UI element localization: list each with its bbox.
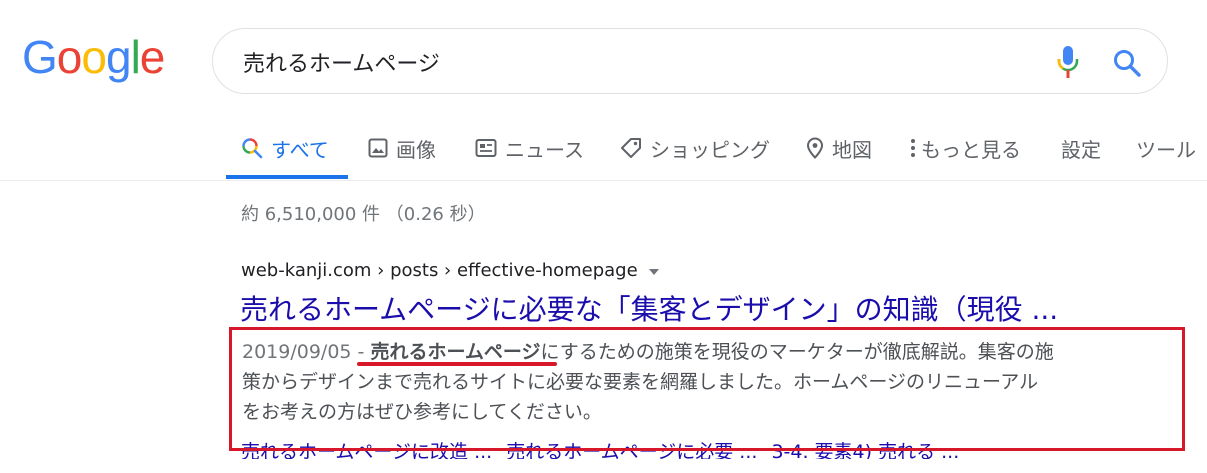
google-logo[interactable]: Google [22,31,166,83]
tab-label: もっと見る [921,137,1021,162]
search-tabs: すべて 画像 ニュース ショッピング 地図 もっと見る 設定 ツール [0,120,1207,180]
caret-down-icon[interactable] [648,260,660,281]
result-snippet: 2019/09/05 - 売れるホームページにするための施策を現役のマーケターが… [242,337,1142,427]
map-pin-icon [806,137,824,159]
snippet-line: 策からデザインまで売れるサイトに必要な要素を網羅しました。ホームページのリニュー… [242,371,1039,393]
mic-icon[interactable] [1056,45,1080,79]
image-icon [368,138,388,158]
tab-label: 画像 [396,137,436,162]
tab-label: 地図 [832,137,872,162]
sitelinks: 売れるホームページに改造 ... 売れるホームページに必要 ... 3-4. 要素4… [241,437,973,459]
tab-settings[interactable]: 設定 [1061,128,1101,168]
tab-news[interactable]: ニュース [475,128,584,168]
snippet-keyword: 売れるホームページ [370,341,541,363]
tab-tools[interactable]: ツール [1136,128,1196,168]
tab-more[interactable]: もっと見る [909,128,1021,168]
logo-letter: g [105,31,132,83]
tag-icon [621,138,641,158]
more-vert-icon [911,139,915,157]
search-input[interactable] [241,43,1025,81]
result-stats: 約 6,510,000 件 （0.26 秒） [241,204,486,225]
sitelink[interactable]: 3-4. 要素4) 売れる ... [771,441,959,459]
active-tab-indicator [226,175,348,179]
tab-label: ショッピング [650,137,770,162]
logo-letter: e [139,31,166,83]
search-box[interactable] [212,28,1168,94]
search-icon [242,138,263,159]
logo-letter: o [81,31,107,83]
tab-images[interactable]: 画像 [368,128,436,168]
sitelink[interactable]: 売れるホームページに必要 ... [506,441,757,459]
result-title-link[interactable]: 売れるホームページに必要な「集客とデザイン」の知識（現役 ... [240,288,1058,328]
tab-shopping[interactable]: ショッピング [620,128,770,168]
breadcrumb-text: web-kanji.com › posts › effective-homepa… [241,260,638,281]
snippet-text: にするための施策を現役のマーケターが徹底解説。集客の施 [540,341,1054,363]
search-icon[interactable] [1111,47,1143,79]
snippet-date: 2019/09/05 - [242,341,371,363]
snippet-line: をお考えの方はぜひ参考にしてください。 [242,401,602,423]
logo-letter: l [130,31,141,83]
tab-maps[interactable]: 地図 [806,128,872,168]
tab-all[interactable]: すべて [241,128,329,168]
tab-label: ツール [1136,137,1196,162]
tab-label: すべて [271,137,329,162]
highlight-underline [357,362,557,366]
news-icon [475,139,497,157]
tab-label: 設定 [1061,137,1101,162]
logo-letter: o [56,31,83,83]
sitelink[interactable]: 売れるホームページに改造 ... [241,441,492,459]
tabs-divider [0,180,1207,181]
logo-letter: G [22,31,58,83]
tab-label: ニュース [505,137,584,162]
result-breadcrumb[interactable]: web-kanji.com › posts › effective-homepa… [241,260,660,281]
